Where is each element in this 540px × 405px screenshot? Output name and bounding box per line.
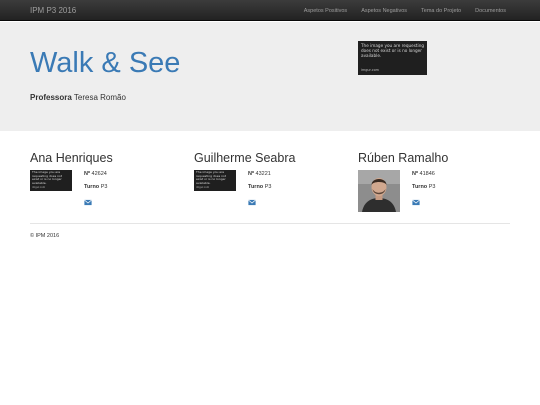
- turno-value: P3: [100, 184, 108, 190]
- member-number: Nº 41846: [412, 171, 435, 177]
- envelope-icon[interactable]: [412, 199, 420, 206]
- member-card-guilherme-seabra: Guilherme Seabra The image you are reque…: [194, 151, 344, 215]
- member-name: Ana Henriques: [30, 151, 113, 165]
- divider: [30, 223, 510, 224]
- footer-copyright: © IPM 2016: [30, 233, 60, 239]
- image-unavailable-message: The image you are requesting does not ex…: [361, 43, 425, 58]
- number-value: 42624: [91, 171, 107, 177]
- jumbotron: Walk & See Professora Teresa Romão The i…: [0, 22, 540, 131]
- turno-label: Turno: [84, 184, 100, 190]
- member-card-ana-henriques: Ana Henriques The image you are requesti…: [30, 151, 180, 215]
- professor-label: Professora: [30, 93, 72, 102]
- turno-label: Turno: [412, 184, 428, 190]
- image-source-label: imgur.com: [361, 68, 379, 72]
- member-turno: Turno P3: [84, 184, 107, 190]
- page-title: Walk & See: [30, 47, 181, 79]
- professor-name: Teresa Romão: [73, 93, 126, 102]
- nav-link-tema-do-projeto[interactable]: Tema do Projeto: [421, 8, 461, 14]
- turno-value: P3: [264, 184, 272, 190]
- number-label: Nº: [84, 171, 90, 177]
- image-unavailable-message: The image you are requesting does not ex…: [32, 170, 63, 185]
- member-turno: Turno P3: [248, 184, 271, 190]
- number-value: 43221: [255, 171, 271, 177]
- member-photo: [358, 170, 400, 212]
- number-label: Nº: [248, 171, 254, 177]
- member-card-ruben-ramalho: Rúben Ramalho Nº 41846 Turno P3: [358, 151, 508, 215]
- member-name: Rúben Ramalho: [358, 151, 449, 165]
- navbar-brand[interactable]: IPM P3 2016: [30, 6, 76, 15]
- professor-line: Professora Teresa Romão: [30, 93, 126, 102]
- envelope-icon[interactable]: [248, 199, 256, 206]
- turno-label: Turno: [248, 184, 264, 190]
- member-name: Guilherme Seabra: [194, 151, 296, 165]
- envelope-icon[interactable]: [84, 199, 92, 206]
- navbar: IPM P3 2016 Aspetos Positivos Aspetos Ne…: [0, 0, 540, 21]
- image-source-label: imgur.com: [196, 186, 210, 189]
- member-number: Nº 42624: [84, 171, 107, 177]
- nav-link-aspetos-positivos[interactable]: Aspetos Positivos: [304, 8, 347, 14]
- member-photo-unavailable: The image you are requesting does not ex…: [30, 170, 72, 191]
- member-number: Nº 43221: [248, 171, 271, 177]
- nav-links: Aspetos Positivos Aspetos Negativos Tema…: [290, 0, 506, 21]
- member-photo-unavailable: The image you are requesting does not ex…: [194, 170, 236, 191]
- member-turno: Turno P3: [412, 184, 435, 190]
- banner-image-unavailable: The image you are requesting does not ex…: [358, 41, 427, 75]
- nav-link-aspetos-negativos[interactable]: Aspetos Negativos: [361, 8, 407, 14]
- number-label: Nº: [412, 171, 418, 177]
- turno-value: P3: [428, 184, 436, 190]
- image-unavailable-message: The image you are requesting does not ex…: [196, 170, 227, 185]
- nav-link-documentos[interactable]: Documentos: [475, 8, 506, 14]
- number-value: 41846: [419, 171, 435, 177]
- image-source-label: imgur.com: [32, 186, 46, 189]
